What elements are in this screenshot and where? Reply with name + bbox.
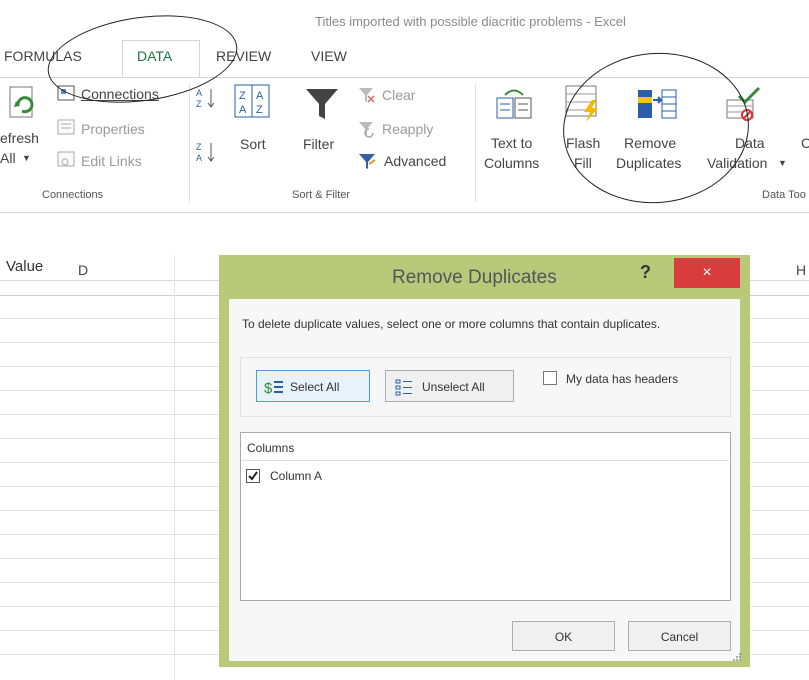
advanced-label: Advanced — [384, 153, 447, 169]
sort-a-to-z-button[interactable]: A Z — [196, 86, 218, 110]
svg-text:Z: Z — [239, 90, 246, 102]
clear-filter-button[interactable]: Clear — [358, 84, 458, 106]
columns-listbox[interactable] — [240, 432, 731, 601]
clear-label: Clear — [382, 87, 416, 103]
consolidate-button-partial[interactable]: C — [801, 135, 809, 151]
properties-button[interactable]: Properties — [57, 118, 167, 140]
resize-grip-icon[interactable] — [732, 652, 742, 662]
filter-button[interactable]: Filter — [300, 84, 348, 164]
svg-text:A: A — [256, 90, 264, 102]
svg-text:Z: Z — [256, 104, 263, 116]
unselect-all-icon — [395, 379, 412, 396]
column-a-label[interactable]: Column A — [270, 469, 322, 483]
advanced-filter-icon — [359, 154, 376, 169]
list-header-divider — [241, 460, 729, 461]
columns-list-header: Columns — [247, 441, 295, 455]
checkmark-icon — [248, 471, 258, 481]
separator — [189, 84, 190, 202]
text-to-columns-icon — [496, 89, 532, 119]
close-button[interactable]: × — [674, 258, 740, 288]
select-all-icon: $ — [264, 380, 283, 396]
unselect-all-button[interactable]: Unselect All — [385, 370, 514, 402]
data-tools-group-label: Data Too — [762, 189, 806, 201]
unselect-all-label: Unselect All — [422, 380, 485, 394]
reapply-icon — [359, 122, 374, 138]
reapply-button[interactable]: Reapply — [358, 118, 458, 140]
filter-funnel-icon — [306, 89, 338, 119]
separator — [475, 84, 476, 202]
svg-text:A: A — [196, 88, 202, 98]
text-to-columns-label-2: Columns — [484, 155, 540, 171]
dialog-instruction: To delete duplicate values, select one o… — [242, 317, 661, 331]
sort-dialog-icon: Z A A Z — [234, 84, 270, 118]
connections-group-label: Connections — [42, 189, 104, 201]
cancel-button[interactable]: Cancel — [628, 621, 731, 651]
sort-filter-group-label: Sort & Filter — [292, 189, 351, 201]
clear-filter-icon — [359, 88, 375, 103]
sort-button[interactable]: Z A A Z Sort — [232, 84, 280, 164]
refresh-label-2: All — [0, 150, 16, 166]
sort-descending-icon: Z A — [196, 142, 215, 163]
svg-text:Z: Z — [196, 142, 202, 152]
cancel-label: Cancel — [660, 630, 699, 644]
properties-label: Properties — [81, 121, 145, 137]
edit-links-icon — [57, 151, 75, 167]
refresh-label-1: efresh — [0, 130, 39, 146]
column-a-checkbox[interactable] — [246, 469, 260, 483]
ok-label: OK — [554, 630, 573, 644]
text-to-columns-button[interactable]: Text to Columns — [482, 84, 552, 179]
edit-links-label: Edit Links — [81, 153, 142, 169]
reapply-label: Reapply — [382, 121, 434, 137]
svg-text:A: A — [196, 153, 202, 163]
headers-checkbox[interactable] — [543, 371, 557, 385]
select-all-button[interactable]: $ Select All — [256, 370, 370, 402]
tab-view[interactable]: VIEW — [311, 48, 347, 64]
refresh-all-button[interactable]: efresh All ▼ — [0, 82, 50, 177]
text-to-columns-label-1: Text to — [491, 135, 533, 151]
headers-checkbox-label[interactable]: My data has headers — [566, 372, 678, 386]
help-button[interactable]: ? — [640, 262, 651, 283]
edit-links-button[interactable]: Edit Links — [57, 150, 167, 172]
svg-text:$: $ — [264, 380, 273, 396]
dialog-title: Remove Duplicates — [392, 267, 557, 288]
ok-button[interactable]: OK — [512, 621, 615, 651]
column-header-h[interactable]: H — [796, 262, 806, 278]
dropdown-arrow-icon: ▼ — [22, 153, 31, 163]
filter-label: Filter — [303, 136, 335, 152]
sort-ascending-icon: A Z — [196, 88, 215, 109]
svg-text:Z: Z — [196, 99, 202, 109]
select-all-label: Select All — [290, 380, 340, 394]
advanced-filter-button[interactable]: Advanced — [358, 150, 468, 172]
properties-icon — [57, 119, 75, 135]
dropdown-arrow-icon: ▼ — [778, 158, 787, 168]
column-header-d[interactable]: D — [78, 262, 88, 278]
window-title: Titles imported with possible diacritic … — [315, 14, 626, 29]
sort-label: Sort — [240, 136, 266, 152]
svg-text:A: A — [239, 104, 247, 116]
sort-z-to-a-button[interactable]: Z A — [196, 140, 218, 164]
refresh-icon — [9, 86, 34, 118]
